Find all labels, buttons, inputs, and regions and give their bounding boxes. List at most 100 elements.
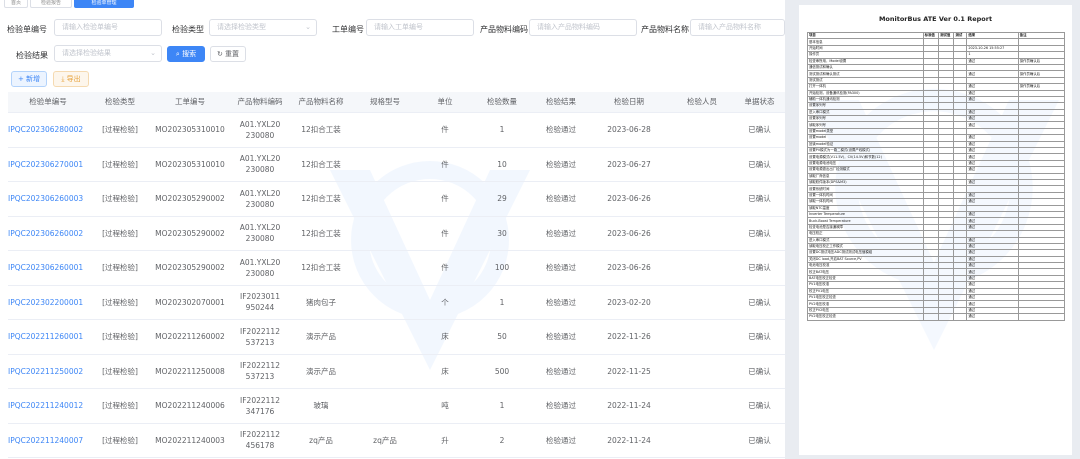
filter-label-material-code: 产品物料编码 xyxy=(480,25,528,34)
inspection-no-link-text: IPQC202306260001 xyxy=(8,263,84,273)
cell-type-text: [过程检验] xyxy=(102,194,138,204)
inspection-no-link[interactable]: IPQC202211240007 xyxy=(8,424,88,458)
cell-material-name: 演示产品 xyxy=(292,355,350,389)
report-panel: MonitorBus ATE Ver 0.1 Report 项目 标准值 测试值 测试… xyxy=(799,5,1072,455)
cell-unit: 床 xyxy=(420,355,470,389)
inspection-no-link[interactable]: IPQC202306260001 xyxy=(8,251,88,285)
table-row: IPQC202306280002 [过程检验] MO202305310010 A01.… xyxy=(8,113,785,148)
reset-button[interactable]: ↻ 重置 xyxy=(210,46,246,62)
cell-status: 已确认 xyxy=(734,113,785,147)
cell-status-text: 已确认 xyxy=(748,159,771,169)
cell-date-text: 2023-06-27 xyxy=(607,159,651,169)
cell-status-text: 已确认 xyxy=(748,366,771,376)
work-order-input[interactable]: 请输入工单编号 xyxy=(366,19,474,36)
material-name-input[interactable]: 请输入产品物料名称 xyxy=(690,19,785,36)
cell-material-code: IF2023011950244 xyxy=(228,286,292,320)
cell-material-code-text: IF2023011950244 xyxy=(240,292,280,313)
inspection-no-link[interactable]: IPQC202211260001 xyxy=(8,320,88,354)
col-inspection-no: 检验单编号 xyxy=(29,97,67,106)
cell-material-name: 12扣合工装 xyxy=(292,113,350,147)
material-code-input[interactable]: 请输入产品物料编码 xyxy=(529,19,637,36)
inspection-no-link-text: IPQC202211240012 xyxy=(8,401,84,411)
cell-material-name: zq产品 xyxy=(292,424,350,458)
export-button[interactable]: ⤓ 导出 xyxy=(53,71,89,87)
add-button[interactable]: + 新增 xyxy=(11,71,47,87)
tab-home[interactable]: 首页 xyxy=(4,0,28,8)
cell-result: 检验通过 xyxy=(534,148,588,182)
cell-result-text: 检验通过 xyxy=(546,159,576,169)
inspection-no-link[interactable]: IPQC202211240012 xyxy=(8,389,88,423)
inspection-app: 首页 检验报告 检验单管理 检验单编号 请输入检验单编号 检验类型 请选择检验类… xyxy=(0,0,785,459)
cell-spec-text: zq产品 xyxy=(373,435,397,445)
cell-inspector xyxy=(670,182,734,216)
tab-strip: 首页 检验报告 检验单管理 xyxy=(0,0,785,8)
cell-work-order: MO202305310010 xyxy=(152,113,228,147)
cell-result: 检验通过 xyxy=(534,182,588,216)
cell-material-name-text: 12扣合工装 xyxy=(301,159,341,169)
search-button[interactable]: ⌕ 搜索 xyxy=(167,46,205,62)
table-row: IPQC202211250002 [过程检验] MO202211250008 IF20… xyxy=(8,355,785,389)
table-row: IPQC202306260002 [过程检验] MO202305290002 A01.… xyxy=(8,217,785,251)
cell-result: 检验通过 xyxy=(534,217,588,251)
inspection-no-link[interactable]: IPQC202306260003 xyxy=(8,182,88,216)
cell-status-text: 已确认 xyxy=(748,401,771,411)
cell-status: 已确认 xyxy=(734,251,785,285)
export-button-label: 导出 xyxy=(66,75,81,83)
cell-date: 2023-06-26 xyxy=(588,217,670,251)
inspection-no-input[interactable]: 请输入检验单编号 xyxy=(54,19,162,36)
cell-material-code: IF2022112456178 xyxy=(228,424,292,458)
tab-inspection-report[interactable]: 检验报告 xyxy=(30,0,72,8)
add-button-label: 新增 xyxy=(26,75,41,83)
cell-qty: 500 xyxy=(470,355,534,389)
table-row: IPQC202306270001 [过程检验] MO202305310010 A01.… xyxy=(8,148,785,182)
filter-label-material-name: 产品物料名称 xyxy=(641,25,689,34)
cell-status: 已确认 xyxy=(734,389,785,423)
cell-inspector xyxy=(670,355,734,389)
cell-qty-text: 500 xyxy=(494,366,510,376)
inspection-type-placeholder: 请选择检验类型 xyxy=(217,23,266,31)
cell-work-order-text: MO202211240006 xyxy=(155,401,225,411)
inspection-type-select[interactable]: 请选择检验类型 ⌄ xyxy=(209,19,317,36)
cell-unit-text: 升 xyxy=(441,435,449,445)
inspection-no-link[interactable]: IPQC202306270001 xyxy=(8,148,88,182)
cell-date-text: 2022-11-24 xyxy=(607,435,651,445)
cell-type-text: [过程检验] xyxy=(102,228,138,238)
cell-type: [过程检验] xyxy=(88,286,152,320)
result-select[interactable]: 请选择检验结果 ⌄ xyxy=(54,45,162,62)
cell-material-code: A01.YXL20230080 xyxy=(228,182,292,216)
cell-status: 已确认 xyxy=(734,217,785,251)
inspection-table: 检验单编号 检验类型 工单编号 产品物料编码 产品物料名称 规格型号 单位 检验… xyxy=(8,92,785,458)
cell-date-text: 2022-11-26 xyxy=(607,332,651,342)
cell-material-code-text: IF2022112347176 xyxy=(240,395,280,416)
cell-material-code-text: IF2022112537213 xyxy=(240,326,280,347)
cell-material-name: 玻璃 xyxy=(292,389,350,423)
inspection-no-link-text: IPQC202306260002 xyxy=(8,228,84,238)
cell-material-name-text: zq产品 xyxy=(309,435,333,445)
cell-material-code: A01.YXL20230080 xyxy=(228,148,292,182)
report-cell xyxy=(938,313,955,321)
cell-type: [过程检验] xyxy=(88,217,152,251)
inspection-no-link-text: IPQC202211250002 xyxy=(8,366,84,376)
cell-material-name: 12扣合工装 xyxy=(292,251,350,285)
cell-material-code-text: A01.YXL20230080 xyxy=(239,119,281,140)
cell-date: 2022-11-25 xyxy=(588,355,670,389)
cell-unit-text: 件 xyxy=(441,125,449,135)
inspection-no-link[interactable]: IPQC202211250002 xyxy=(8,355,88,389)
cell-work-order-text: MO202305290002 xyxy=(155,228,225,238)
cell-inspector xyxy=(670,389,734,423)
inspection-no-link[interactable]: IPQC202306260002 xyxy=(8,217,88,251)
cell-type-text: [过程检验] xyxy=(102,366,138,376)
result-placeholder: 请选择检验结果 xyxy=(62,49,111,57)
tab-inspection-list[interactable]: 检验单管理 xyxy=(74,0,134,8)
inspection-no-link[interactable]: IPQC202302200001 xyxy=(8,286,88,320)
cell-spec xyxy=(350,148,420,182)
inspection-no-link-text: IPQC202306260003 xyxy=(8,194,84,204)
inspection-no-link[interactable]: IPQC202306280002 xyxy=(8,113,88,147)
cell-date: 2023-02-20 xyxy=(588,286,670,320)
chevron-down-icon: ⌄ xyxy=(150,49,156,57)
col-date: 检验日期 xyxy=(614,97,644,106)
cell-unit-text: 床 xyxy=(441,366,449,376)
cell-date-text: 2023-02-20 xyxy=(607,297,651,307)
cell-unit-text: 吨 xyxy=(441,401,449,411)
cell-unit-text: 件 xyxy=(441,228,449,238)
